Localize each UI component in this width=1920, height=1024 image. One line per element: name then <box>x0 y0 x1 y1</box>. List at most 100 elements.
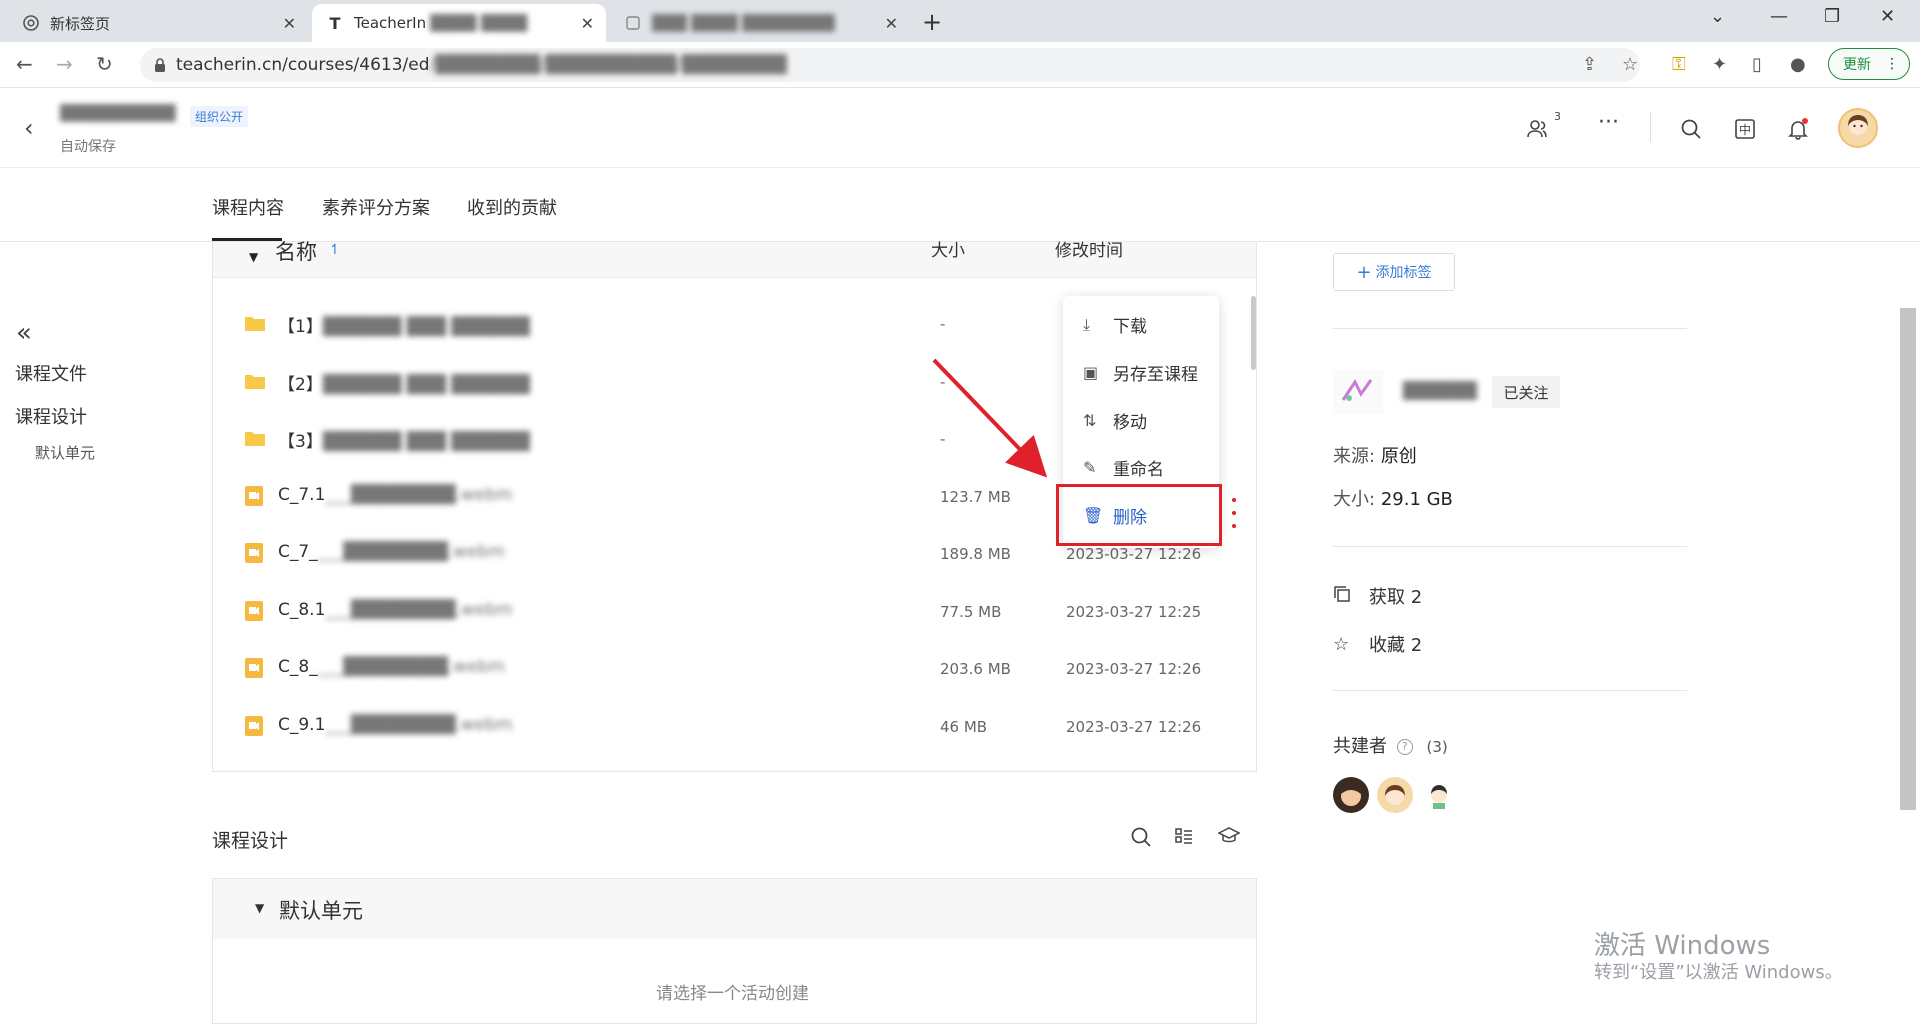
file-name: 【2】██████ ███ ██████ <box>278 370 530 395</box>
graduation-cap-icon[interactable] <box>1217 826 1241 851</box>
browser-tab-newtab[interactable]: 新标签页 ✕ <box>8 4 308 42</box>
help-icon[interactable]: ? <box>1396 739 1413 755</box>
menu-item-save-to-course[interactable]: ▣ 另存至课程 <box>1083 360 1198 385</box>
user-avatar[interactable] <box>1838 108 1878 148</box>
file-name-blurred: ___████████.webm <box>317 542 505 562</box>
close-icon[interactable]: ✕ <box>581 14 594 33</box>
file-size: - <box>940 315 946 333</box>
search-icon[interactable] <box>1130 826 1152 853</box>
share-icon[interactable]: ⇪ <box>1582 54 1597 75</box>
file-modified-time: 2023-03-27 12:25 <box>1066 602 1202 621</box>
close-icon[interactable]: ✕ <box>885 14 898 33</box>
file-name-blurred: ██████ ███ ██████ <box>322 374 530 395</box>
reload-icon[interactable]: ↻ <box>96 52 113 76</box>
profile-icon[interactable]: ● <box>1790 54 1806 75</box>
cocreator-avatar[interactable] <box>1333 777 1369 813</box>
fetch-button[interactable]: 获取 2 <box>1333 583 1422 609</box>
column-modified[interactable]: 修改时间 <box>1055 236 1123 261</box>
back-arrow-icon[interactable]: ‹ <box>24 114 34 142</box>
browser-tab-third[interactable]: ███ ████ ████████ ✕ <box>610 4 910 42</box>
bell-icon[interactable] <box>1787 118 1809 145</box>
language-icon[interactable]: 中 <box>1734 118 1756 145</box>
minimize-icon[interactable]: — <box>1770 6 1788 27</box>
svg-text:中: 中 <box>1739 122 1751 137</box>
file-list-scrollbar[interactable] <box>1251 296 1256 370</box>
lock-icon <box>154 57 166 77</box>
column-name[interactable]: 名称 <box>275 236 317 266</box>
follow-button[interactable]: 已关注 <box>1492 376 1560 408</box>
file-name-blurred: ██████ ███ ██████ <box>322 317 530 337</box>
star-icon[interactable]: ☆ <box>1622 54 1638 75</box>
course-title-blurred: ██████████ <box>60 104 176 122</box>
table-row[interactable]: C_8____████████.webm 203.6 MB 2023-03-27 1… <box>212 641 1232 698</box>
table-row[interactable]: C_8.1___████████.webm 77.5 MB 2023-03-27 1… <box>212 584 1232 641</box>
tab-title: TeacherIn <box>354 14 427 32</box>
collapse-sidebar-icon[interactable]: « <box>16 318 32 348</box>
file-size: - <box>940 430 946 448</box>
sidebar-item-course-files[interactable]: 课程文件 <box>15 360 87 386</box>
chevron-down-icon[interactable]: ⌄ <box>1710 6 1725 27</box>
add-tag-button[interactable]: + 添加标签 <box>1333 253 1455 291</box>
puzzle-icon[interactable]: ✦ <box>1712 54 1727 75</box>
owner-logo <box>1333 370 1383 414</box>
empty-hint: 请选择一个活动创建 <box>656 984 809 1004</box>
windows-activation-subtitle: 转到“设置”以激活 Windows。 <box>1594 962 1843 983</box>
url-input[interactable]: teacherin.cn/courses/4613/ed /████████/█… <box>140 48 1640 82</box>
tab-contributions[interactable]: 收到的贡献 <box>467 194 557 220</box>
tab-course-content[interactable]: 课程内容 <box>212 194 284 220</box>
page-scrollbar[interactable] <box>1900 308 1916 810</box>
sidepanel-icon[interactable]: ▯ <box>1752 54 1762 75</box>
file-name-blurred: ___████████.webm <box>325 714 513 735</box>
members-icon[interactable] <box>1526 118 1548 145</box>
file-name: C_7.1___████████.webm <box>278 485 513 505</box>
list-view-icon[interactable] <box>1174 826 1194 851</box>
update-button[interactable]: 更新 ⋮ <box>1828 48 1910 80</box>
close-window-icon[interactable]: ✕ <box>1880 6 1895 27</box>
more-icon[interactable]: ··· <box>1598 110 1619 135</box>
back-icon[interactable]: ← <box>16 52 33 76</box>
extension-key-icon[interactable]: ⚿ <box>1672 54 1686 75</box>
folder-icon <box>244 371 266 391</box>
file-modified-time: 2023-03-27 12:26 <box>1066 717 1202 736</box>
fetch-label: 获取 2 <box>1369 587 1423 608</box>
search-icon[interactable] <box>1680 118 1702 145</box>
sidebar-item-course-design[interactable]: 课程设计 <box>15 403 87 429</box>
sort-icon[interactable]: ↿ <box>329 242 341 258</box>
video-file-icon <box>244 715 266 736</box>
sidebar-item-default-unit[interactable]: 默认单元 <box>35 442 95 463</box>
table-row[interactable]: C_9.1___████████.webm 46 MB 2023-03-27 12:… <box>212 699 1232 756</box>
browser-tab-teacherin[interactable]: T TeacherIn ████ ████ ✕ <box>312 4 606 42</box>
favorite-button[interactable]: ☆ 收藏 2 <box>1333 631 1422 657</box>
file-name-blurred: ___████████.webm <box>317 657 505 677</box>
cocreator-avatar[interactable] <box>1377 777 1413 813</box>
file-modified-time: 2023-03-27 12:26 <box>1066 660 1202 678</box>
tab-title-blurred: ████ ████ <box>430 14 528 32</box>
folder-icon <box>244 313 266 333</box>
new-tab-icon[interactable]: + <box>922 8 942 36</box>
tab-scoring-scheme[interactable]: 素养评分方案 <box>322 194 430 220</box>
course-design-title: 课程设计 <box>212 830 289 852</box>
update-label: 更新 <box>1843 57 1871 73</box>
windows-activation-title: 激活 Windows <box>1594 931 1771 961</box>
menu-item-download[interactable]: ⤓ 下载 <box>1083 312 1147 338</box>
file-size: 189.8 MB <box>940 545 1011 563</box>
cocreator-avatar[interactable] <box>1421 777 1457 813</box>
source-row: 来源: 原创 <box>1333 442 1417 468</box>
collapse-triangle-icon[interactable]: ▼ <box>255 901 264 915</box>
forward-icon[interactable]: → <box>56 52 73 76</box>
unit-name: 默认单元 <box>279 899 363 923</box>
size-row: 大小: 29.1 GB <box>1333 485 1453 511</box>
add-tag-label: 添加标签 <box>1375 265 1432 281</box>
owner-name-blurred: ██████ <box>1403 381 1477 400</box>
teacherin-logo-icon: T <box>329 13 341 33</box>
column-size[interactable]: 大小 <box>931 236 965 261</box>
collapse-triangle-icon[interactable]: ▼ <box>249 250 258 264</box>
menu-item-move[interactable]: ⇅ 移动 <box>1083 408 1147 433</box>
close-icon[interactable]: ✕ <box>283 14 296 33</box>
file-size: 123.7 MB <box>940 487 1011 506</box>
restore-icon[interactable]: ❐ <box>1824 6 1840 27</box>
file-name-prefix: 【2】 <box>278 374 323 395</box>
unit-header[interactable]: ▼ 默认单元 <box>213 879 1256 939</box>
size-value: 29.1 GB <box>1380 489 1453 510</box>
menu-item-rename[interactable]: ✎ 重命名 <box>1083 455 1164 480</box>
